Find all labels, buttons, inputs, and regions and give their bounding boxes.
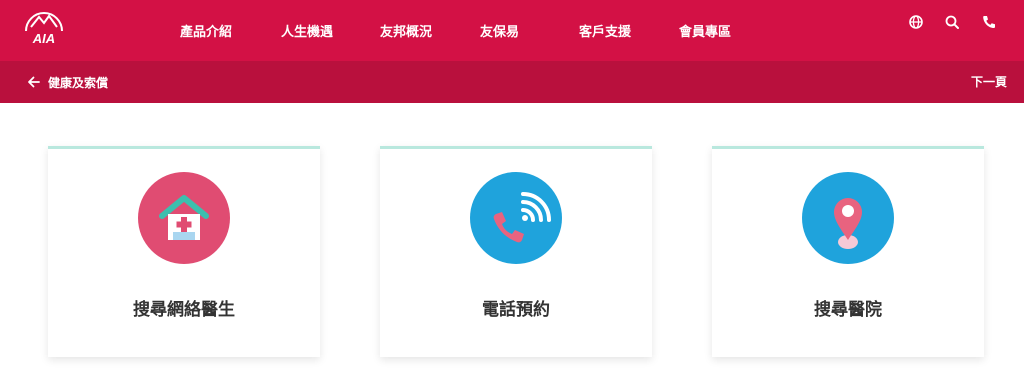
phone-appointment-card[interactable]: 電話預約 — [380, 146, 652, 357]
location-pin-icon — [802, 172, 894, 264]
card-label: 搜尋醫院 — [814, 300, 882, 320]
clinic-icon — [138, 172, 230, 264]
nav-life-moments[interactable]: 人生機遇 — [281, 21, 333, 40]
aia-logo-mark: AIA — [25, 12, 63, 46]
nav-customer-support[interactable]: 客戶支援 — [579, 21, 631, 40]
brand-text: AIA — [32, 31, 55, 45]
back-link-label: 健康及索償 — [48, 75, 109, 90]
nav-member-zone[interactable]: 會員專區 — [679, 21, 731, 40]
phone-call-icon — [470, 172, 562, 264]
top-nav-bar: AIA 產品介紹 人生機遇 友邦概況 友保易 客戶支援 會員專區 — [0, 0, 1024, 61]
next-page-link[interactable]: 下一頁 — [971, 73, 1007, 90]
card-label: 電話預約 — [482, 300, 550, 320]
aia-logo[interactable]: AIA — [22, 5, 66, 46]
find-hospital-card[interactable]: 搜尋醫院 — [712, 146, 984, 357]
nav-about[interactable]: 友邦概況 — [380, 21, 432, 40]
search-icon[interactable] — [943, 13, 961, 31]
arrow-left-icon — [28, 76, 40, 88]
sub-header-bar: 健康及索償 下一頁 — [0, 61, 1024, 103]
globe-icon[interactable] — [907, 13, 925, 31]
back-link[interactable]: 健康及索償 — [27, 73, 108, 91]
nav-aia-easy[interactable]: 友保易 — [480, 21, 519, 40]
find-network-doctor-card[interactable]: 搜尋網絡醫生 — [48, 146, 320, 357]
nav-products[interactable]: 產品介紹 — [180, 21, 232, 40]
card-label: 搜尋網絡醫生 — [133, 300, 235, 320]
phone-icon[interactable] — [980, 13, 998, 31]
